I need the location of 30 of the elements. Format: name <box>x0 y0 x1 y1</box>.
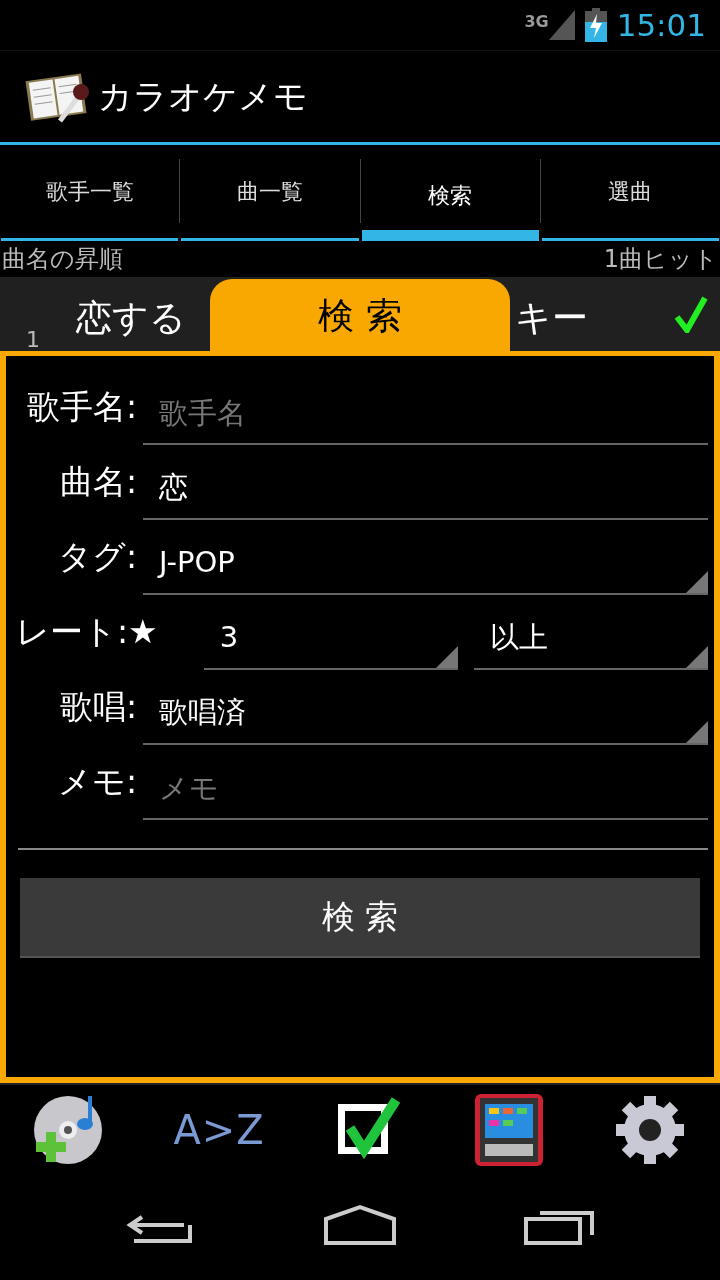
signal-icon <box>548 10 575 40</box>
field-label: レート:★ <box>16 610 158 653</box>
home-icon[interactable] <box>324 1203 396 1247</box>
dropdown-corner-icon <box>686 721 708 743</box>
search-button[interactable]: 検 索 <box>20 878 700 958</box>
song-number: 1 <box>26 329 40 351</box>
network-type-label: 3G <box>524 11 549 33</box>
hit-count: 1曲ヒット <box>603 244 718 275</box>
field-label: メモ: <box>56 760 137 803</box>
song-title: 恋する <box>76 296 186 340</box>
sort-order-label: 曲名の昇順 <box>2 244 123 275</box>
field-label: タグ: <box>56 535 137 578</box>
dropdown-corner-icon <box>435 646 458 668</box>
input-field[interactable]: 恋 <box>159 458 708 518</box>
field-label: 歌手名: <box>25 385 137 428</box>
sort-icon[interactable]: A>Z <box>173 1100 265 1160</box>
dropdown[interactable]: 以上 <box>473 608 708 670</box>
dropdown[interactable]: 3 <box>203 608 458 670</box>
field-label: 曲名: <box>58 460 137 503</box>
dropdown[interactable]: 歌唱済 <box>143 683 708 745</box>
field-label: 歌唱: <box>58 685 137 728</box>
dropdown-corner-icon <box>686 646 708 668</box>
song-key-label: キー <box>515 296 588 340</box>
dropdown[interactable]: J-POP <box>143 533 708 595</box>
input-field[interactable]: メモ <box>159 758 708 818</box>
input-field[interactable]: 歌手名 <box>159 383 708 443</box>
clock-time: 15:01 <box>616 5 706 45</box>
battery-icon <box>584 8 607 42</box>
dropdown-corner-icon <box>686 571 708 593</box>
app-title: カラオケメモ <box>98 75 308 118</box>
